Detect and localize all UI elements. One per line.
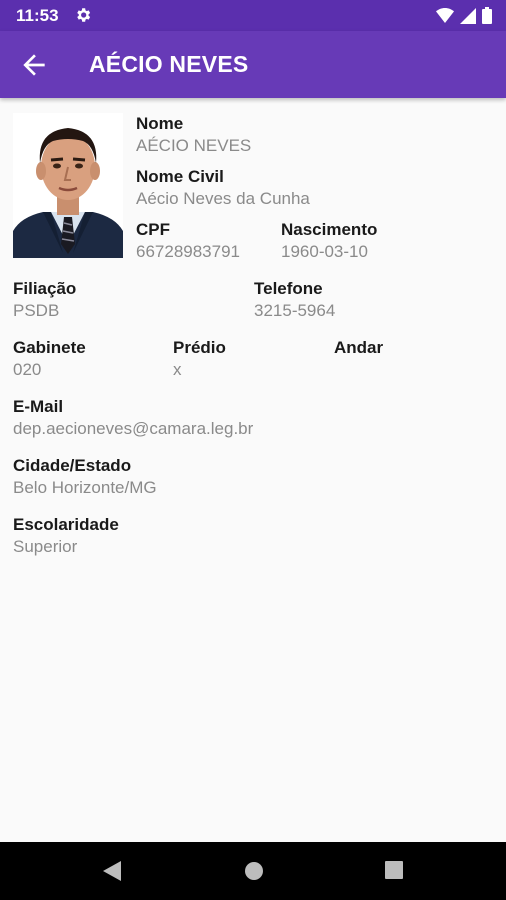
nav-recents-button[interactable] bbox=[384, 860, 404, 885]
field-gabinete: Gabinete 020 bbox=[13, 337, 86, 381]
nome-civil-value: Aécio Neves da Cunha bbox=[136, 189, 310, 208]
field-email: E-Mail dep.aecioneves@camara.leg.br bbox=[13, 396, 253, 440]
nav-home-button[interactable] bbox=[243, 860, 265, 887]
cpf-value: 66728983791 bbox=[136, 242, 241, 261]
app-bar: AÉCIO NEVES bbox=[0, 31, 506, 98]
email-value: dep.aecioneves@camara.leg.br bbox=[13, 419, 254, 438]
nav-back-button[interactable] bbox=[102, 860, 122, 887]
telefone-label: Telefone bbox=[254, 279, 323, 298]
cidade-value: Belo Horizonte/MG bbox=[13, 478, 157, 497]
telefone-value: 3215-5964 bbox=[254, 301, 336, 320]
nome-label: Nome bbox=[136, 114, 184, 133]
battery-icon bbox=[482, 7, 492, 29]
nome-value: AÉCIO NEVES bbox=[136, 136, 252, 155]
gabinete-label: Gabinete bbox=[13, 338, 86, 357]
escolaridade-value: Superior bbox=[13, 537, 78, 556]
field-telefone: Telefone 3215-5964 bbox=[254, 278, 335, 322]
filiacao-value: PSDB bbox=[13, 301, 60, 320]
wifi-icon bbox=[436, 8, 454, 28]
signal-icon bbox=[460, 7, 476, 29]
home-circle-icon bbox=[245, 862, 263, 880]
nascimento-value: 1960-03-10 bbox=[281, 242, 368, 261]
filiacao-label: Filiação bbox=[13, 279, 77, 298]
arrow-left-icon bbox=[23, 54, 45, 76]
nome-civil-label: Nome Civil bbox=[136, 167, 224, 186]
cidade-label: Cidade/Estado bbox=[13, 456, 132, 475]
field-cidade-estado: Cidade/Estado Belo Horizonte/MG bbox=[13, 455, 157, 499]
cpf-label: CPF bbox=[136, 220, 170, 239]
predio-value: x bbox=[173, 360, 182, 379]
field-cpf: CPF 66728983791 bbox=[136, 219, 240, 263]
field-nome-civil: Nome Civil Aécio Neves da Cunha bbox=[136, 166, 310, 210]
gabinete-value: 020 bbox=[13, 360, 42, 379]
field-predio: Prédio x bbox=[173, 337, 226, 381]
predio-label: Prédio bbox=[173, 338, 226, 357]
email-label: E-Mail bbox=[13, 397, 64, 416]
gear-icon bbox=[74, 6, 92, 29]
back-triangle-icon bbox=[103, 861, 121, 881]
status-bar: 11:53 bbox=[0, 0, 506, 31]
field-nome: Nome AÉCIO NEVES bbox=[136, 113, 251, 157]
back-button[interactable] bbox=[18, 49, 50, 81]
nascimento-label: Nascimento bbox=[281, 220, 378, 239]
andar-label: Andar bbox=[334, 338, 384, 357]
system-nav-bar bbox=[0, 842, 506, 900]
page-title: AÉCIO NEVES bbox=[89, 51, 249, 77]
deputy-photo bbox=[13, 113, 123, 258]
field-filiacao: Filiação PSDB bbox=[13, 278, 76, 322]
escolaridade-label: Escolaridade bbox=[13, 515, 119, 534]
status-time: 11:53 bbox=[16, 6, 59, 25]
field-nascimento: Nascimento 1960-03-10 bbox=[281, 219, 377, 263]
recents-square-icon bbox=[385, 861, 403, 879]
field-andar: Andar bbox=[334, 337, 383, 359]
field-escolaridade: Escolaridade Superior bbox=[13, 514, 119, 558]
